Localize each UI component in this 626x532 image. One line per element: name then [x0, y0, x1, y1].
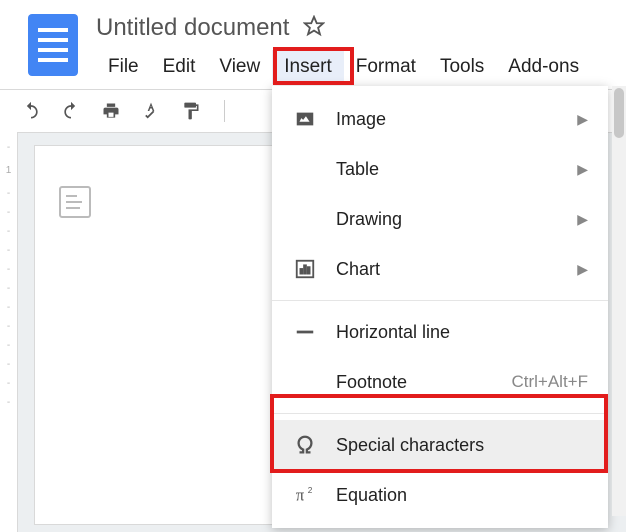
outline-icon[interactable] [59, 186, 91, 218]
dropdown-item-special-characters[interactable]: Special characters [272, 420, 608, 470]
menu-edit[interactable]: Edit [151, 50, 208, 84]
dropdown-item-footnote[interactable]: • Footnote Ctrl+Alt+F [272, 357, 608, 407]
dropdown-label: Table [336, 159, 577, 180]
image-icon [292, 106, 318, 132]
svg-text:2: 2 [308, 486, 313, 495]
chevron-right-icon: ▶ [577, 261, 588, 278]
insert-dropdown: Image ▶ • Table ▶ • Drawing ▶ Chart ▶ Ho… [272, 86, 608, 528]
scrollbar-thumb[interactable] [614, 88, 624, 138]
paint-format-button[interactable] [180, 100, 202, 122]
toolbar-separator [224, 100, 225, 122]
chevron-right-icon: ▶ [577, 111, 588, 128]
menu-insert[interactable]: Insert [272, 50, 344, 84]
dropdown-item-drawing[interactable]: • Drawing ▶ [272, 194, 608, 244]
menu-addons[interactable]: Add-ons [496, 50, 591, 84]
menu-tools[interactable]: Tools [428, 50, 496, 84]
dropdown-label: Image [336, 109, 577, 130]
menu-view[interactable]: View [207, 50, 272, 84]
svg-text:π: π [296, 486, 305, 505]
print-button[interactable] [100, 100, 122, 122]
horizontal-line-icon [292, 319, 318, 345]
vertical-scrollbar[interactable] [612, 86, 626, 516]
dropdown-label: Special characters [336, 435, 588, 456]
redo-button[interactable] [60, 100, 82, 122]
menubar: File Edit View Insert Format Tools Add-o… [96, 46, 616, 84]
dropdown-item-table[interactable]: • Table ▶ [272, 144, 608, 194]
dropdown-item-chart[interactable]: Chart ▶ [272, 244, 608, 294]
document-title[interactable]: Untitled document [96, 14, 289, 42]
dropdown-item-horizontal-line[interactable]: Horizontal line [272, 307, 608, 357]
dropdown-label: Horizontal line [336, 322, 588, 343]
menu-file[interactable]: File [96, 50, 151, 84]
docs-logo[interactable] [28, 14, 78, 76]
dropdown-label: Chart [336, 259, 577, 280]
chart-icon [292, 256, 318, 282]
chevron-right-icon: ▶ [577, 161, 588, 178]
undo-button[interactable] [20, 100, 42, 122]
dropdown-label: Equation [336, 485, 588, 506]
dropdown-separator [272, 413, 608, 414]
dropdown-item-image[interactable]: Image ▶ [272, 94, 608, 144]
pi-icon: π2 [292, 482, 318, 508]
keyboard-shortcut: Ctrl+Alt+F [511, 372, 588, 392]
omega-icon [292, 432, 318, 458]
star-icon[interactable] [303, 15, 325, 42]
dropdown-separator [272, 300, 608, 301]
menu-format[interactable]: Format [344, 50, 428, 84]
chevron-right-icon: ▶ [577, 211, 588, 228]
vertical-ruler: - 1 --- --- --- --- [0, 132, 18, 532]
dropdown-label: Drawing [336, 209, 577, 230]
dropdown-label: Footnote [336, 372, 511, 393]
dropdown-item-equation[interactable]: π2 Equation [272, 470, 608, 520]
spellcheck-button[interactable] [140, 100, 162, 122]
